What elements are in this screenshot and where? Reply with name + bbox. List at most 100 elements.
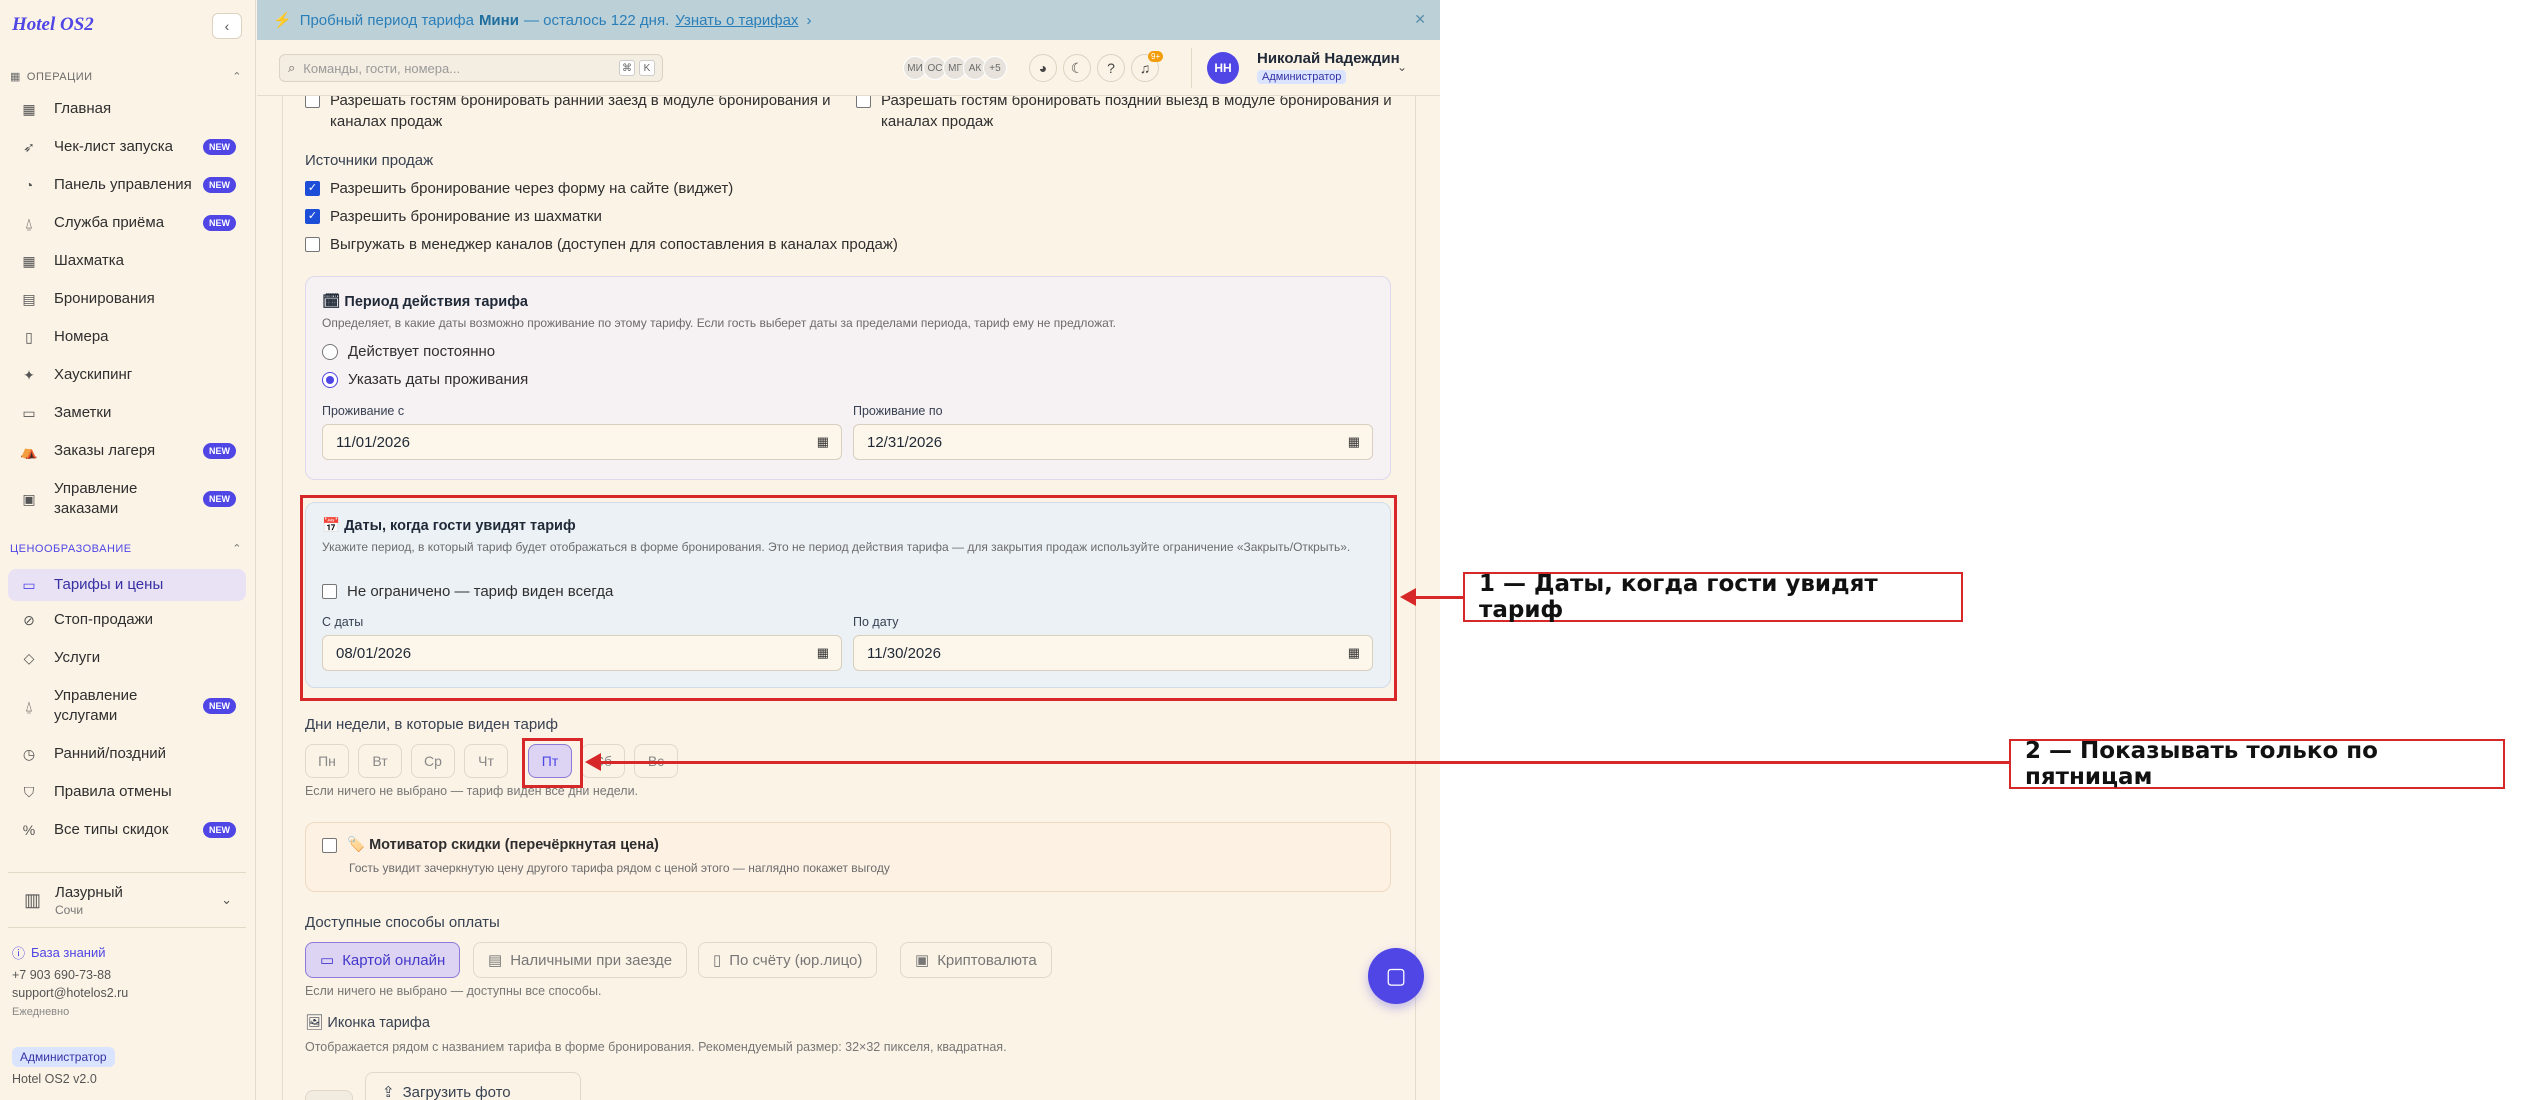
hotel-city: Сочи [55, 902, 84, 917]
discount-motivator-panel: 🏷️ Мотиватор скидки (перечёркнутая цена)… [305, 822, 1391, 892]
new-badge: NEW [203, 443, 236, 459]
avatar-more: +5 [983, 56, 1007, 80]
payment-crypto-button[interactable]: ▣ Криптовалюта [900, 942, 1052, 978]
card-icon: ▭ [22, 576, 36, 593]
payment-invoice-button[interactable]: ▯ По счёту (юр.лицо) [698, 942, 878, 978]
topbar: ⌕ Команды, гости, номера... ⌘ K МИ ОС МГ… [257, 40, 1440, 96]
chevron-down-icon[interactable]: ⌄ [1397, 60, 1407, 74]
sidebar-item-early-late[interactable]: ◷ Ранний/поздний [8, 742, 246, 766]
sidebar-item-cancellation-rules[interactable]: ⛉ Правила отмены [8, 780, 246, 804]
user-role-badge: Администратор [1257, 70, 1347, 84]
annotation-line-1 [1414, 596, 1464, 599]
checkbox-checked[interactable]: ✓ [305, 181, 320, 196]
sidebar-item-camp-orders[interactable]: ⛺ Заказы лагеря NEW [8, 439, 246, 463]
close-icon[interactable]: ✕ [1414, 11, 1426, 28]
online-users[interactable]: МИ ОС МГ АК +5 [903, 56, 1007, 80]
source-widget-checkbox[interactable]: ✓ Разрешить бронирование через форму на с… [305, 178, 733, 199]
motivator-description: Гость увидит зачеркнутую цену другого та… [349, 861, 890, 875]
early-checkin-checkbox[interactable]: Разрешать гостям бронировать ранний заез… [305, 96, 845, 132]
collapse-sidebar-button[interactable]: ‹ [212, 13, 242, 39]
payment-cash-button[interactable]: ▤ Наличными при заезде [473, 942, 688, 978]
new-badge: NEW [203, 698, 236, 714]
sidebar-item-tariffs[interactable]: ▭ Тарифы и цены [8, 569, 246, 601]
stay-to-input[interactable]: 12/31/2026 ▦ [853, 424, 1373, 460]
sidebar-item-housekeeping[interactable]: ✦ Хаускипинг [8, 363, 246, 387]
checkbox[interactable] [856, 96, 871, 108]
notification-count: 9+ [1148, 51, 1164, 62]
wallet-icon: ▣ [915, 952, 930, 969]
sidebar-item-service-management[interactable]: ⍙ Управление услугами NEW [8, 684, 246, 728]
motivator-checkbox[interactable]: 🏷️ Мотиватор скидки (перечёркнутая цена) [322, 835, 659, 856]
plans-link[interactable]: Узнать о тарифах [675, 12, 798, 29]
upload-photo-button[interactable]: ⇪ Загрузить фото [365, 1072, 581, 1100]
theme-toggle-button[interactable]: ☾ [1063, 54, 1091, 82]
checkbox-checked[interactable]: ✓ [305, 209, 320, 224]
credit-card-icon: ▭ [320, 952, 335, 969]
notifications-button[interactable]: ♫ 9+ [1131, 51, 1164, 82]
support-phone[interactable]: +7 903 690-73-88 [12, 968, 111, 982]
annotation-label-1: 1 — Даты, когда гости увидят тариф [1463, 571, 1963, 623]
payment-methods-heading: Доступные способы оплаты [305, 914, 500, 931]
hotel-switcher[interactable]: ▥ Лазурный Сочи ⌄ [8, 872, 246, 928]
lightning-icon: ⚡ [273, 12, 292, 29]
payment-hint: Если ничего не выбрано — доступны все сп… [305, 984, 602, 998]
sidebar-item-notes[interactable]: ▭ Заметки [8, 401, 246, 425]
late-checkout-checkbox[interactable]: Разрешать гостям бронировать поздний вые… [856, 96, 1396, 132]
sidebar: Hotel OS2 ‹ ▦ Операции ⌃ ▦ Главная ➶ Чек-л… [0, 0, 256, 1100]
bell-icon: ⍙ [24, 697, 34, 714]
section-pricing[interactable]: Ценообразование ⌃ [10, 542, 242, 556]
sidebar-item-launch-checklist[interactable]: ➶ Чек-лист запуска NEW [8, 135, 246, 159]
search-input[interactable]: ⌕ Команды, гости, номера... ⌘ K [279, 54, 663, 82]
chat-button[interactable]: ▢ [1368, 948, 1424, 1004]
sidebar-item-stop-sales[interactable]: ⊘ Стоп-продажи [8, 608, 246, 632]
percent-icon: % [22, 822, 36, 838]
validity-always-radio[interactable]: Действует постоянно [322, 343, 495, 360]
weekday-tue-button[interactable]: Вт [358, 744, 402, 778]
stay-from-input[interactable]: 11/01/2026 ▦ [322, 424, 842, 460]
app-logo[interactable]: Hotel OS2 [12, 14, 94, 36]
checkbox[interactable] [322, 838, 337, 853]
upload-icon: ⇪ [382, 1084, 395, 1100]
chevron-down-icon: ⌄ [221, 892, 232, 907]
payment-card-button[interactable]: ▭ Картой онлайн [305, 942, 461, 978]
sidebar-item-bookings[interactable]: ▤ Бронирования [8, 287, 246, 311]
section-operations[interactable]: ▦ Операции ⌃ [10, 70, 242, 84]
building-icon: ▥ [24, 889, 42, 910]
calendar-icon[interactable]: ▦ [817, 434, 829, 450]
role-badge: Администратор [12, 1047, 115, 1067]
command-key-icon: ⌘ [619, 60, 635, 76]
radio[interactable] [322, 343, 338, 360]
sidebar-item-chessboard[interactable]: ▦ Шахматка [8, 249, 246, 273]
tariff-icon-preview [305, 1090, 353, 1100]
support-email[interactable]: support@hotelos2.ru [12, 986, 128, 1000]
sidebar-item-dashboard[interactable]: ◔ Панель управления NEW [8, 173, 246, 197]
source-channel-checkbox[interactable]: Выгружать в менеджер каналов (доступен д… [305, 234, 898, 255]
sidebar-item-order-management[interactable]: ▣ Управление заказами NEW [8, 477, 246, 521]
weekday-thu-button[interactable]: Чт [464, 744, 508, 778]
knowledge-base-link[interactable]: ⓘ База знаний [12, 943, 106, 962]
radio-selected[interactable] [322, 371, 338, 388]
app-version: Hotel OS2 v2.0 [12, 1072, 97, 1086]
calendar-icon[interactable]: ▦ [1348, 434, 1360, 450]
bell-icon: ♫ [1139, 60, 1151, 76]
sidebar-item-discounts[interactable]: % Все типы скидок NEW [8, 818, 246, 842]
help-button[interactable]: ? [1097, 54, 1125, 82]
weekday-wed-button[interactable]: Ср [411, 744, 455, 778]
user-name[interactable]: Николай Надеждин [1257, 50, 1400, 67]
sidebar-item-rooms[interactable]: ▯ Номера [8, 325, 246, 349]
new-badge: NEW [203, 139, 236, 155]
validity-dates-radio[interactable]: Указать даты проживания [322, 371, 528, 388]
sidebar-item-home[interactable]: ▦ Главная [8, 97, 246, 121]
palette-button[interactable]: ◕ [1029, 54, 1057, 82]
sidebar-item-services[interactable]: ◇ Услуги [8, 646, 246, 670]
user-avatar[interactable]: НН [1207, 52, 1239, 84]
source-chess-checkbox[interactable]: ✓ Разрешить бронирование из шахматки [305, 206, 602, 227]
weekdays-hint: Если ничего не выбрано — тариф виден все… [305, 784, 639, 798]
checkbox[interactable] [305, 237, 320, 252]
checkbox[interactable] [305, 96, 320, 108]
sidebar-item-front-desk[interactable]: ⍙ Служба приёма NEW [8, 211, 246, 235]
ban-icon: ⊘ [23, 611, 35, 628]
document-icon: ▯ [713, 952, 722, 969]
chat-icon: ▢ [1385, 963, 1407, 988]
weekday-mon-button[interactable]: Пн [305, 744, 349, 778]
